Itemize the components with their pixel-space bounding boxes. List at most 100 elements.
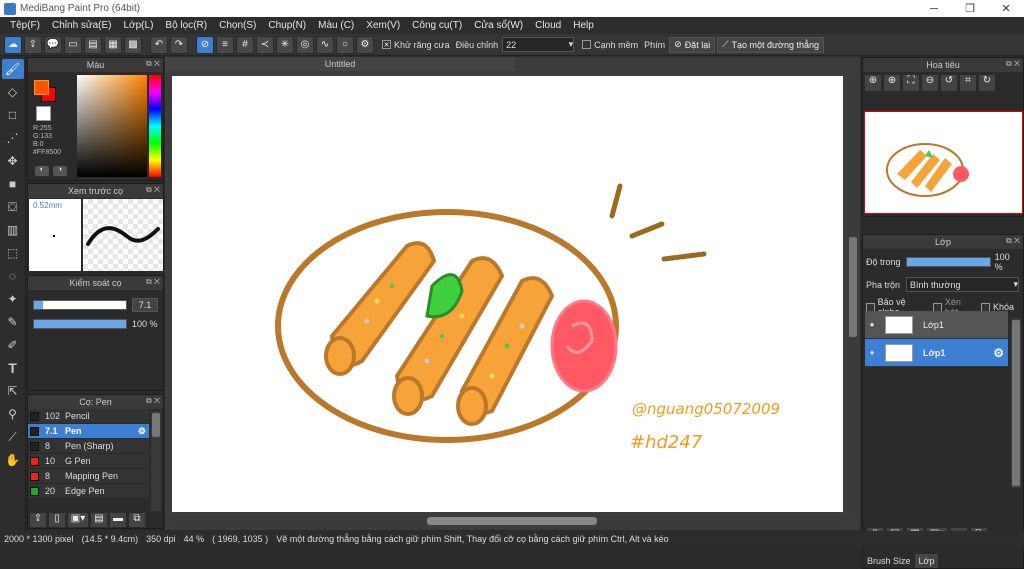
add-brush-icon[interactable]: ⇪: [30, 513, 46, 527]
panel-pin-icon[interactable]: ⧉ ✕: [146, 59, 160, 69]
circle-snap-icon[interactable]: ◎: [296, 35, 314, 54]
brush-list-scrollbar[interactable]: [151, 411, 161, 511]
new-brush-icon[interactable]: ▯: [49, 513, 65, 527]
brush-list-item[interactable]: 8 Mapping Pen: [28, 469, 149, 484]
rectangle-tool-icon[interactable]: □: [2, 105, 24, 125]
menu-filter[interactable]: Bộ lọc(R): [159, 20, 213, 31]
layer-settings-gear-icon[interactable]: ⚙: [993, 346, 1004, 360]
settings-gear-icon[interactable]: ⚙: [356, 35, 374, 54]
folder-icon[interactable]: ▬: [110, 513, 126, 527]
panel-icon[interactable]: ▦: [104, 35, 122, 54]
eraser-tool-icon[interactable]: ◇: [2, 82, 24, 102]
brush-menu-icon[interactable]: ▣▾: [68, 513, 88, 527]
visibility-eye-icon[interactable]: ●: [865, 348, 879, 357]
panel-pin-icon[interactable]: ⧉ ✕: [1006, 236, 1020, 246]
panel-pin-icon[interactable]: ⧉ ✕: [146, 185, 160, 195]
adjust-select[interactable]: 22 ▾: [502, 37, 575, 52]
share-icon[interactable]: ⇪: [24, 35, 42, 54]
layer-opacity-slider[interactable]: [905, 257, 991, 267]
brush-settings-gear-icon[interactable]: ⚙: [138, 426, 146, 437]
brush-size-slider[interactable]: [33, 300, 127, 310]
curve-snap-icon[interactable]: ∿: [316, 35, 334, 54]
color-wheel-icon[interactable]: ◐: [35, 166, 49, 176]
copy-icon[interactable]: ⧉: [129, 513, 145, 527]
magic-wand-tool-icon[interactable]: ✦: [2, 289, 24, 309]
redo-icon[interactable]: ↷: [170, 35, 188, 54]
document-icon[interactable]: ▤: [84, 35, 102, 54]
color-palette-icon[interactable]: ◑: [53, 166, 67, 176]
menu-cloud[interactable]: Cloud: [529, 20, 567, 31]
menu-edit[interactable]: Chỉnh sửa(E): [46, 20, 118, 31]
zoom-out-icon[interactable]: ⊖: [922, 75, 938, 91]
navigator-thumbnail[interactable]: [864, 111, 1023, 214]
drawing-canvas[interactable]: @nguang05072009 #hd247: [172, 76, 843, 512]
panel-pin-icon[interactable]: ⧉ ✕: [1006, 59, 1020, 69]
white-color-swatch[interactable]: [36, 106, 51, 121]
bucket-tool-icon[interactable]: ⛋: [2, 197, 24, 217]
snap-off-icon[interactable]: ⊘: [196, 35, 214, 54]
soft-edge-toggle[interactable]: Cạnh mềm: [582, 40, 638, 50]
vanish-snap-icon[interactable]: ≺: [256, 35, 274, 54]
select-eraser-tool-icon[interactable]: ✐: [2, 335, 24, 355]
brush-list-item[interactable]: 7.1 Pen ⚙: [28, 424, 149, 439]
tab-brush-size[interactable]: Brush Size: [863, 554, 915, 568]
menu-file[interactable]: Tệp(F): [4, 20, 46, 31]
layer-row[interactable]: ● Lớp1: [865, 311, 1008, 339]
reset-button[interactable]: ⊘ Đặt lại: [669, 36, 716, 53]
brush-list-item[interactable]: 102 Pencil: [28, 409, 149, 424]
radial-snap-icon[interactable]: ✳: [276, 35, 294, 54]
text-tool-icon[interactable]: T: [2, 358, 24, 378]
hue-slider[interactable]: [149, 75, 161, 177]
menu-view[interactable]: Xem(V): [360, 20, 406, 31]
layer-list-scrollbar[interactable]: [1011, 318, 1021, 488]
fill-shape-tool-icon[interactable]: ■: [2, 174, 24, 194]
divide-tool-icon[interactable]: ⟋: [2, 427, 24, 447]
menu-color[interactable]: Màu (C): [312, 20, 360, 31]
canvas-vertical-scrollbar[interactable]: [848, 77, 858, 517]
parallel-snap-icon[interactable]: ≡: [216, 35, 234, 54]
brush-list-item[interactable]: 10 G Pen: [28, 454, 149, 469]
tab-layer[interactable]: Lớp: [914, 554, 939, 568]
hand-tool-icon[interactable]: ✋: [2, 450, 24, 470]
comment-icon[interactable]: 💬: [44, 35, 62, 54]
saturation-value-picker[interactable]: [77, 75, 147, 177]
minimize-icon[interactable]: ─: [916, 0, 952, 17]
menu-layer[interactable]: Lớp(L): [118, 20, 160, 31]
zoom-in-icon[interactable]: ⊕: [865, 75, 881, 91]
brush-list-item[interactable]: 20 Edge Pen: [28, 484, 149, 499]
move-tool-icon[interactable]: ✥: [2, 151, 24, 171]
cross-snap-icon[interactable]: #: [236, 35, 254, 54]
ellipse-snap-icon[interactable]: ○: [336, 35, 354, 54]
straight-line-button[interactable]: ⟋ Tạo một đường thẳng: [717, 36, 824, 53]
actual-size-icon[interactable]: ⌗: [960, 75, 976, 91]
menu-help[interactable]: Help: [567, 20, 600, 31]
menu-tools[interactable]: Công cụ(T): [406, 20, 468, 31]
panel-pin-icon[interactable]: ⧉ ✕: [146, 277, 160, 287]
lasso-tool-icon[interactable]: ◌: [2, 266, 24, 286]
brush-size-value[interactable]: 7.1: [132, 298, 158, 312]
fit-screen-icon[interactable]: ⛶: [903, 75, 919, 91]
eyedropper-tool-icon[interactable]: ⚲: [2, 404, 24, 424]
rotate-left-icon[interactable]: ↺: [941, 75, 957, 91]
foreground-color-swatch[interactable]: [34, 80, 49, 95]
canvas-horizontal-scrollbar[interactable]: [172, 516, 843, 526]
brush-tool-icon[interactable]: 🖌: [1, 59, 24, 79]
undo-icon[interactable]: ↶: [150, 35, 168, 54]
operation-tool-icon[interactable]: ⇱: [2, 381, 24, 401]
panel-pin-icon[interactable]: ⧉ ✕: [146, 396, 160, 406]
dot-tool-icon[interactable]: ⋰: [2, 128, 24, 148]
rotate-right-icon[interactable]: ↻: [979, 75, 995, 91]
grid-icon[interactable]: ▩: [124, 35, 142, 54]
visibility-eye-icon[interactable]: ●: [865, 320, 879, 329]
select-rect-tool-icon[interactable]: ⬚: [2, 243, 24, 263]
brush-opacity-slider[interactable]: [33, 319, 127, 329]
select-pen-tool-icon[interactable]: ✎: [2, 312, 24, 332]
menu-select[interactable]: Chọn(S): [213, 20, 262, 31]
brush-list-item[interactable]: 8 Pen (Sharp): [28, 439, 149, 454]
antialias-toggle[interactable]: ✕ Khử răng cưa: [382, 40, 450, 50]
document-tab[interactable]: Untitled: [165, 57, 515, 71]
blend-mode-select[interactable]: Bình thường ▾: [906, 277, 1019, 292]
close-icon[interactable]: ✕: [988, 0, 1024, 17]
gradient-tool-icon[interactable]: ▥: [2, 220, 24, 240]
maximize-icon[interactable]: ❐: [952, 0, 988, 17]
